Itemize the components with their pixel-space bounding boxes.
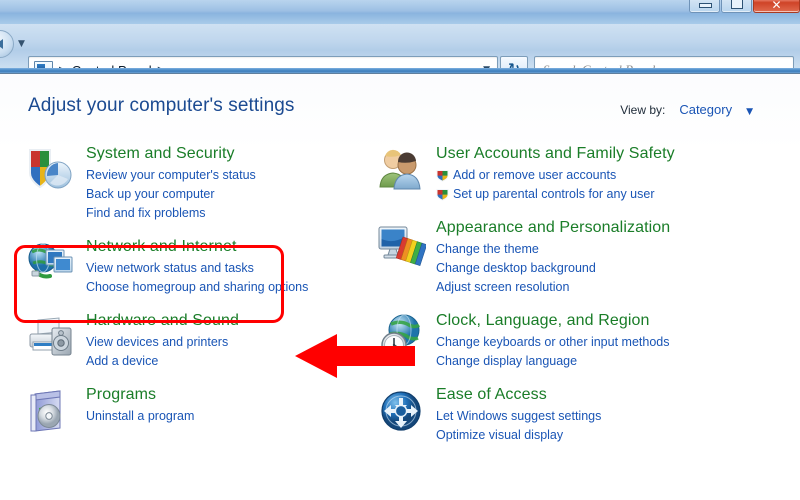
title-bar: ✕ xyxy=(0,0,800,25)
category-heading[interactable]: Clock, Language, and Region xyxy=(436,311,669,331)
category-heading[interactable]: Hardware and Sound xyxy=(86,311,239,331)
category-text: System and Security Review your computer'… xyxy=(86,143,256,223)
category-link-label: Add a device xyxy=(86,354,159,368)
page-title: Adjust your computer's settings xyxy=(28,95,295,116)
category-text: Ease of Access Let Windows suggest settin… xyxy=(436,384,601,445)
category-link-label: Change desktop background xyxy=(436,261,596,275)
category-text: Appearance and Personalization Change the… xyxy=(436,217,670,297)
navigation-buttons: ▼ xyxy=(0,30,25,58)
category-link-find-and-fix-problems[interactable]: Find and fix problems xyxy=(86,204,256,223)
minimize-icon xyxy=(699,3,712,8)
category-link-adjust-screen-resolution[interactable]: Adjust screen resolution xyxy=(436,278,670,297)
category-appearance-and-personalization[interactable]: Appearance and Personalization Change the… xyxy=(372,214,792,300)
category-link-label: Let Windows suggest settings xyxy=(436,409,602,423)
category-link-change-desktop-background[interactable]: Change desktop background xyxy=(436,259,670,278)
uac-shield-icon xyxy=(436,188,449,201)
control-panel-window: ✕ ▼ ▶ Control Panel ▶ ▼ ↻ Search Control… xyxy=(0,0,800,500)
category-text: Hardware and Sound View devices and print… xyxy=(86,310,239,371)
programs-disc-icon xyxy=(26,386,76,436)
category-link-uninstall-a-program[interactable]: Uninstall a program xyxy=(86,407,194,426)
category-ease-of-access[interactable]: Ease of Access Let Windows suggest settin… xyxy=(372,381,792,448)
category-link-label: View network status and tasks xyxy=(86,261,254,275)
category-text: Network and Internet View network status … xyxy=(86,236,308,297)
category-link-view-devices-and-printers[interactable]: View devices and printers xyxy=(86,333,239,352)
window-controls: ✕ xyxy=(688,0,800,13)
annotation-arrow-icon xyxy=(295,334,415,378)
category-text: User Accounts and Family Safety Add or re… xyxy=(436,143,675,204)
appearance-monitor-icon xyxy=(376,219,426,269)
category-link-label: Find and fix problems xyxy=(86,206,206,220)
content-area: Adjust your computer's settings View by:… xyxy=(0,74,800,500)
close-icon: ✕ xyxy=(771,0,782,12)
category-column-right: User Accounts and Family Safety Add or re… xyxy=(372,140,792,455)
close-button[interactable]: ✕ xyxy=(753,0,800,13)
category-clock-language-and-region[interactable]: Clock, Language, and Region Change keyboa… xyxy=(372,307,792,374)
view-by-control[interactable]: View by: Category ▼ xyxy=(620,102,753,117)
history-dropdown-icon[interactable]: ▼ xyxy=(18,39,25,49)
category-link-label: View devices and printers xyxy=(86,335,229,349)
back-arrow-icon[interactable] xyxy=(0,30,14,58)
category-link-choose-homegroup-and-sharing-options[interactable]: Choose homegroup and sharing options xyxy=(86,278,308,297)
category-heading[interactable]: User Accounts and Family Safety xyxy=(436,144,675,164)
category-link-optimize-visual-display[interactable]: Optimize visual display xyxy=(436,426,601,445)
view-by-label: View by: xyxy=(620,103,666,117)
category-link-label: Set up parental controls for any user xyxy=(453,187,655,201)
category-network-and-internet[interactable]: Network and Internet View network status … xyxy=(22,233,372,300)
category-link-label: Change the theme xyxy=(436,242,539,256)
minimize-button[interactable] xyxy=(689,0,720,13)
printer-speaker-icon xyxy=(26,312,76,362)
chevron-down-icon[interactable]: ▼ xyxy=(746,107,753,117)
maximize-button[interactable] xyxy=(721,0,752,13)
user-accounts-icon xyxy=(376,145,426,195)
category-text: Programs Uninstall a program xyxy=(86,384,194,436)
category-link-view-network-status-and-tasks[interactable]: View network status and tasks xyxy=(86,259,308,278)
category-link-set-up-parental-controls-for-any-user[interactable]: Set up parental controls for any user xyxy=(436,185,675,204)
category-link-add-or-remove-user-accounts[interactable]: Add or remove user accounts xyxy=(436,166,675,185)
category-user-accounts-and-family-safety[interactable]: User Accounts and Family Safety Add or re… xyxy=(372,140,792,207)
category-link-add-a-device[interactable]: Add a device xyxy=(86,352,239,371)
category-link-label: Uninstall a program xyxy=(86,409,195,423)
category-link-label: Adjust screen resolution xyxy=(436,280,570,294)
category-link-change-keyboards-or-other-input-methods[interactable]: Change keyboards or other input methods xyxy=(436,333,669,352)
ease-of-access-icon xyxy=(376,386,426,436)
category-link-change-the-theme[interactable]: Change the theme xyxy=(436,240,670,259)
view-by-value[interactable]: Category xyxy=(679,102,732,117)
category-link-let-windows-suggest-settings[interactable]: Let Windows suggest settings xyxy=(436,407,601,426)
category-link-back-up-your-computer[interactable]: Back up your computer xyxy=(86,185,256,204)
category-heading[interactable]: Network and Internet xyxy=(86,237,308,257)
category-link-label: Change keyboards or other input methods xyxy=(436,335,670,349)
category-heading[interactable]: System and Security xyxy=(86,144,256,164)
category-heading[interactable]: Ease of Access xyxy=(436,385,601,405)
category-link-label: Review your computer's status xyxy=(86,168,256,182)
maximize-icon xyxy=(731,0,743,9)
category-system-and-security[interactable]: System and Security Review your computer'… xyxy=(22,140,372,226)
category-link-change-display-language[interactable]: Change display language xyxy=(436,352,669,371)
shield-security-icon xyxy=(26,145,76,195)
category-link-label: Change display language xyxy=(436,354,578,368)
category-link-label: Optimize visual display xyxy=(436,428,564,442)
category-text: Clock, Language, and Region Change keyboa… xyxy=(436,310,669,371)
network-globe-icon xyxy=(26,238,76,288)
category-heading[interactable]: Appearance and Personalization xyxy=(436,218,670,238)
address-toolbar: ▼ ▶ Control Panel ▶ ▼ ↻ Search Control P… xyxy=(0,24,800,84)
category-link-label: Add or remove user accounts xyxy=(453,168,617,182)
category-heading[interactable]: Programs xyxy=(86,385,194,405)
category-link-label: Back up your computer xyxy=(86,187,215,201)
category-link-label: Choose homegroup and sharing options xyxy=(86,280,309,294)
category-link-review-your-computer-s-status[interactable]: Review your computer's status xyxy=(86,166,256,185)
category-programs[interactable]: Programs Uninstall a program xyxy=(22,381,372,439)
uac-shield-icon xyxy=(436,169,449,182)
category-column-left: System and Security Review your computer'… xyxy=(22,140,372,446)
